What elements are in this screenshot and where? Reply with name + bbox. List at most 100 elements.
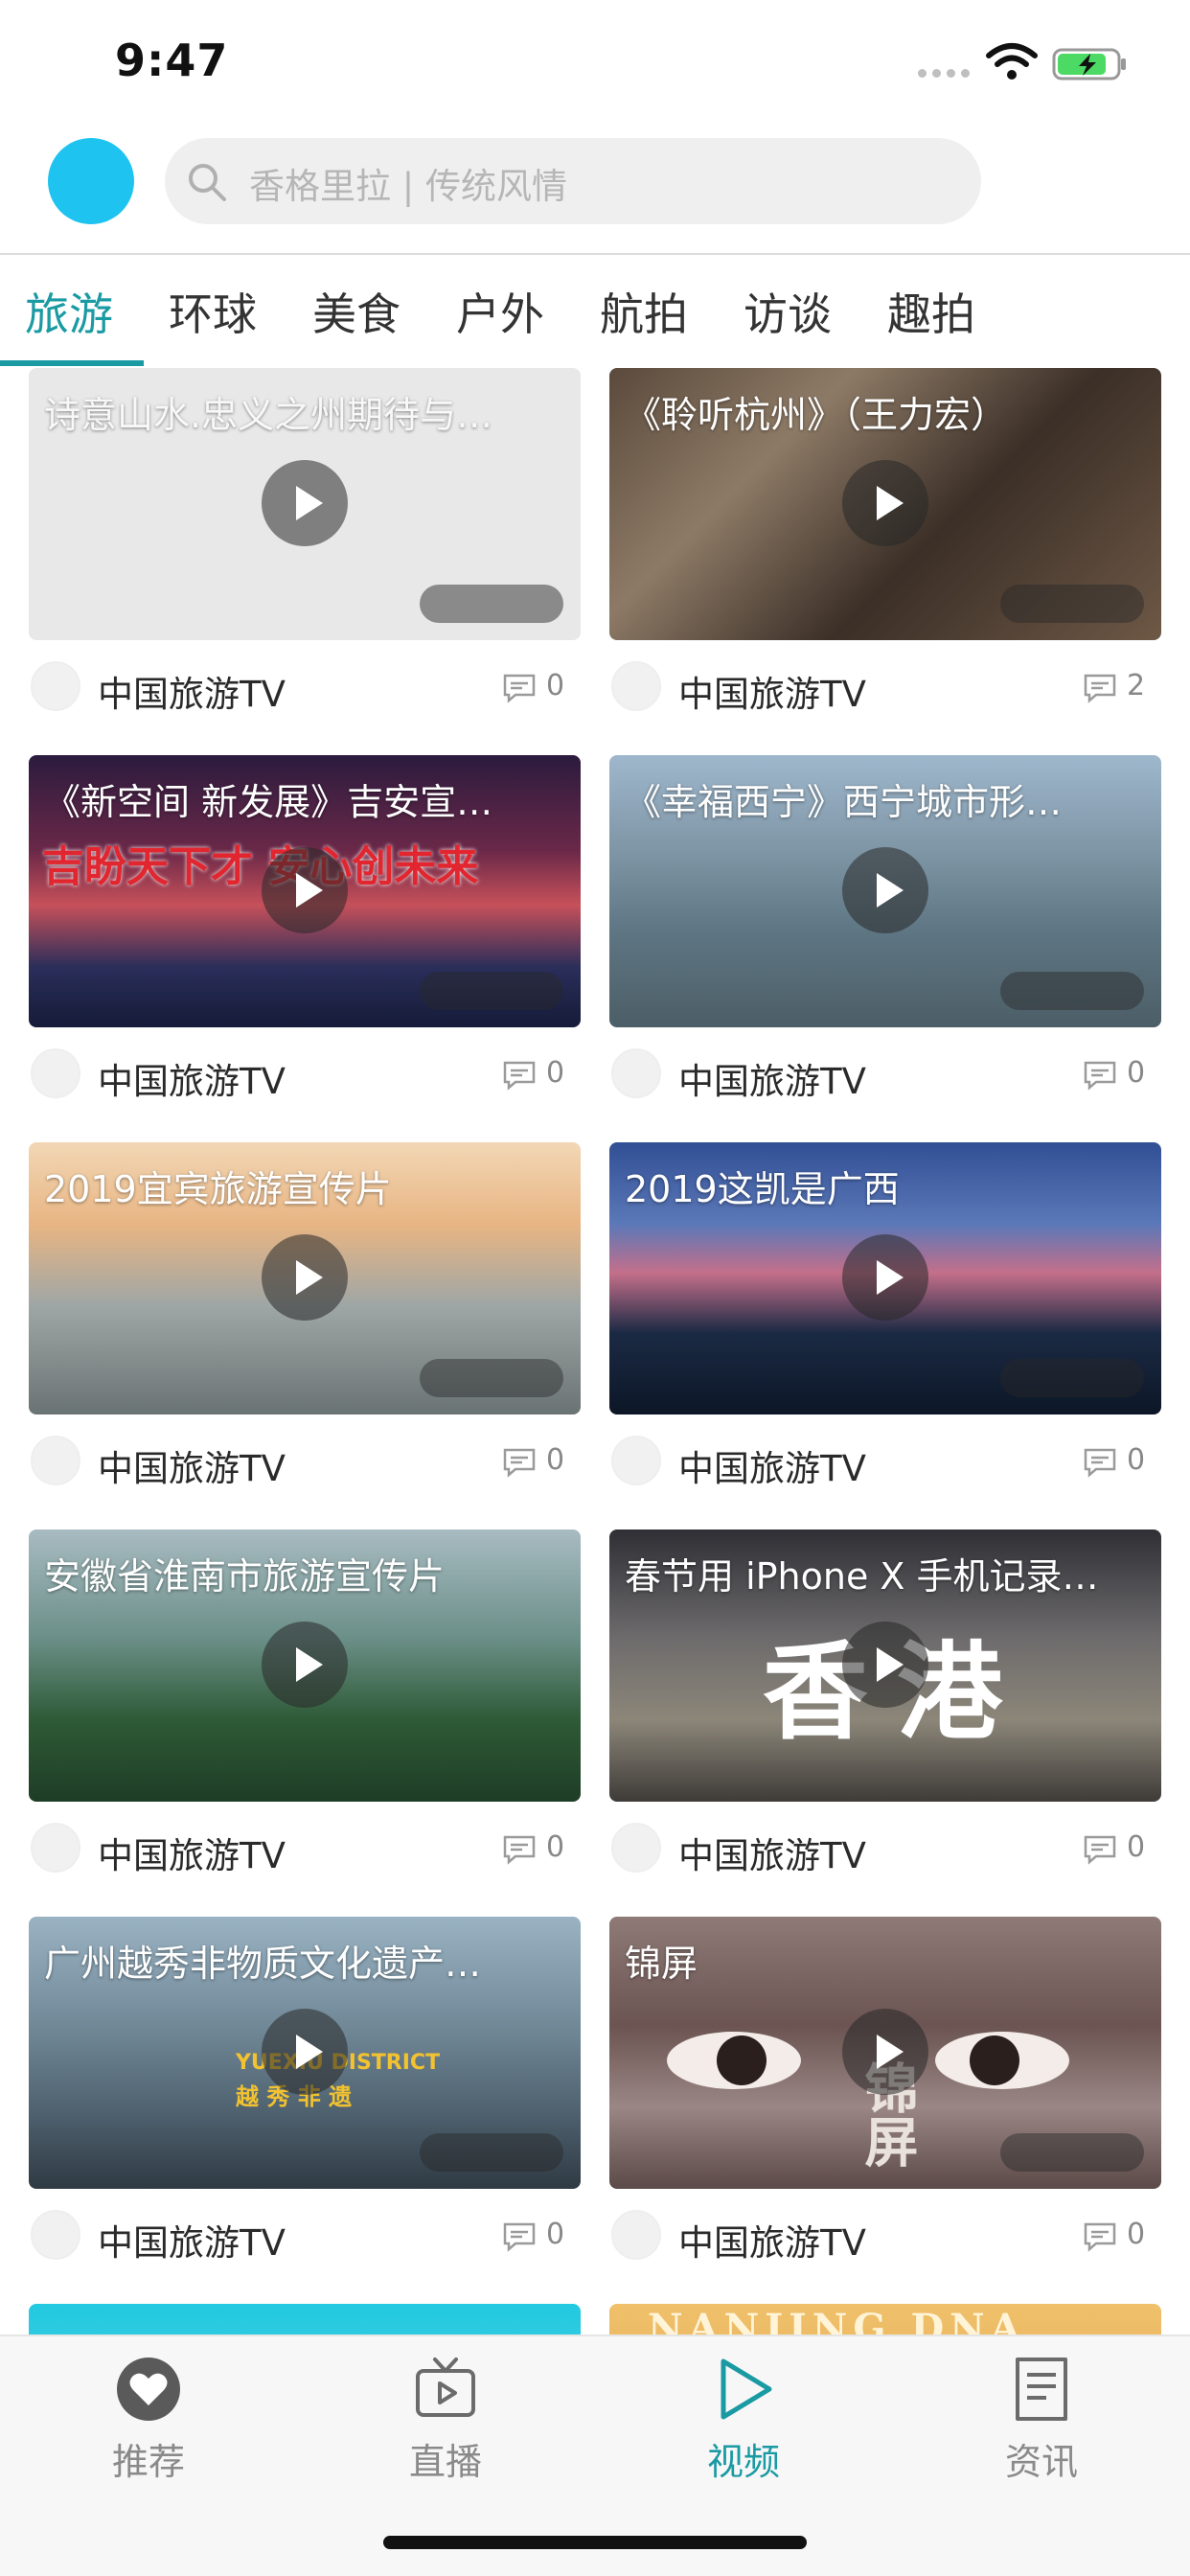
video-meta: 中国旅游TV 0: [29, 1043, 581, 1102]
tab-travel[interactable]: 旅游: [25, 280, 113, 343]
video-card[interactable]: NANJING DNA: [609, 2304, 1161, 2334]
play-icon[interactable]: [842, 460, 928, 546]
channel-name[interactable]: 中国旅游TV: [678, 1052, 866, 1104]
channel-avatar[interactable]: [31, 1048, 80, 1098]
video-card[interactable]: 安徽省淮南市旅游宣传片 中国旅游TV 0: [29, 1530, 581, 1917]
tab-aerial[interactable]: 航拍: [600, 280, 688, 343]
comment-count: 0: [546, 1443, 565, 1477]
video-meta: 中国旅游TV 0: [609, 2204, 1161, 2264]
video-card[interactable]: 2019这凯是广西 中国旅游TV 0: [609, 1142, 1161, 1530]
channel-name[interactable]: 中国旅游TV: [678, 1439, 866, 1491]
channel-name[interactable]: 中国旅游TV: [98, 1052, 286, 1104]
comment-count: 0: [1127, 2218, 1146, 2251]
video-thumbnail[interactable]: 《聆听杭州》（王力宏）: [609, 368, 1161, 640]
user-avatar[interactable]: [48, 138, 134, 224]
video-meta: 中国旅游TV 0: [29, 1817, 581, 1876]
video-thumbnail[interactable]: NANJING DNA: [609, 2304, 1161, 2334]
video-thumbnail[interactable]: 《幸福西宁》西宁城市形…: [609, 755, 1161, 1027]
video-title: 《幸福西宁》西宁城市形…: [625, 781, 1063, 823]
tabbar-item-live[interactable]: 直播: [350, 2356, 541, 2490]
play-icon[interactable]: [262, 847, 348, 933]
video-meta: 中国旅游TV 0: [29, 2204, 581, 2264]
video-card[interactable]: [29, 2304, 581, 2334]
play-icon[interactable]: [842, 847, 928, 933]
play-icon[interactable]: [262, 1234, 348, 1321]
comment-icon: [1084, 1061, 1116, 1091]
tabbar-item-recommend[interactable]: 推荐: [53, 2356, 244, 2490]
channel-avatar[interactable]: [31, 1823, 80, 1873]
home-indicator[interactable]: [383, 2536, 807, 2549]
comment-count: 0: [1127, 1056, 1146, 1090]
comment-count: 0: [546, 1056, 565, 1090]
channel-name[interactable]: 中国旅游TV: [98, 665, 286, 717]
thumbnail-banner-text: 吉盼天下才 安心创未来: [42, 842, 479, 891]
comment-icon: [503, 674, 536, 703]
tabbar-item-video[interactable]: 视频: [648, 2356, 839, 2490]
channel-avatar[interactable]: [611, 1048, 661, 1098]
video-card[interactable]: 《幸福西宁》西宁城市形… 中国旅游TV 0: [609, 755, 1161, 1142]
news-icon: [1016, 2358, 1067, 2421]
play-icon[interactable]: [262, 460, 348, 546]
tab-interview[interactable]: 访谈: [744, 280, 832, 343]
video-thumbnail[interactable]: 春节用 iPhone X 手机记录… 香港: [609, 1530, 1161, 1802]
video-thumbnail[interactable]: 安徽省淮南市旅游宣传片: [29, 1530, 581, 1802]
header: 香格里拉 | 传统风情: [0, 126, 1190, 253]
comment-count: 0: [1127, 1830, 1146, 1864]
channel-avatar[interactable]: [611, 1436, 661, 1485]
video-thumbnail[interactable]: 2019这凯是广西: [609, 1142, 1161, 1414]
tabbar-item-news[interactable]: 资讯: [946, 2356, 1137, 2490]
comment-icon: [1084, 674, 1116, 703]
channel-avatar[interactable]: [31, 661, 80, 711]
video-meta: 中国旅游TV 0: [609, 1430, 1161, 1489]
video-card[interactable]: 锦屏 锦屏 中国旅游TV 0: [609, 1917, 1161, 2304]
play-icon[interactable]: [262, 2009, 348, 2095]
video-thumbnail[interactable]: 锦屏 锦屏: [609, 1917, 1161, 2189]
video-title: 2019这凯是广西: [625, 1168, 900, 1210]
video-thumbnail[interactable]: 诗意山水.忠义之州期待与…: [29, 368, 581, 640]
video-card[interactable]: 诗意山水.忠义之州期待与… 中国旅游TV 0: [29, 368, 581, 755]
comment-icon: [503, 2222, 536, 2252]
wifi-icon: [986, 43, 1038, 80]
channel-name[interactable]: 中国旅游TV: [98, 2214, 286, 2266]
play-icon[interactable]: [842, 2009, 928, 2095]
play-icon[interactable]: [842, 1622, 928, 1708]
comment-icon: [1084, 1448, 1116, 1478]
channel-avatar[interactable]: [31, 1436, 80, 1485]
video-card[interactable]: 广州越秀非物质文化遗产… YUEXIU DISTRICT 越 秀 非 遗 中国旅…: [29, 1917, 581, 2304]
video-thumbnail[interactable]: 《新空间 新发展》吉安宣… 吉盼天下才 安心创未来: [29, 755, 581, 1027]
channel-avatar[interactable]: [31, 2210, 80, 2260]
video-card[interactable]: 《新空间 新发展》吉安宣… 吉盼天下才 安心创未来 中国旅游TV 0: [29, 755, 581, 1142]
play-icon[interactable]: [842, 1234, 928, 1321]
video-meta: 中国旅游TV 0: [29, 1430, 581, 1489]
tab-global[interactable]: 环球: [169, 280, 257, 343]
play-icon[interactable]: [262, 1622, 348, 1708]
tabbar-label: 视频: [706, 2441, 780, 2483]
video-title: 诗意山水.忠义之州期待与…: [44, 394, 493, 436]
video-card[interactable]: 《聆听杭州》（王力宏） 中国旅游TV 2: [609, 368, 1161, 755]
tv-icon: [416, 2358, 475, 2417]
channel-name[interactable]: 中国旅游TV: [678, 1827, 866, 1878]
tab-fun-shots[interactable]: 趣拍: [887, 280, 975, 343]
video-title: 广州越秀非物质文化遗产…: [44, 1943, 482, 1985]
channel-name[interactable]: 中国旅游TV: [98, 1439, 286, 1491]
comment-icon: [1084, 1835, 1116, 1865]
comment-icon: [503, 1061, 536, 1091]
video-thumbnail[interactable]: [29, 2304, 581, 2334]
duration-pill: [1000, 1359, 1144, 1397]
video-card[interactable]: 2019宜宾旅游宣传片 中国旅游TV 0: [29, 1142, 581, 1530]
comment-icon: [1084, 2222, 1116, 2252]
tabbar-label: 推荐: [111, 2441, 185, 2483]
tab-food[interactable]: 美食: [312, 280, 400, 343]
category-tabs: 旅游 环球 美食 户外 航拍 访谈 趣拍: [0, 255, 1190, 366]
channel-avatar[interactable]: [611, 1823, 661, 1873]
channel-avatar[interactable]: [611, 2210, 661, 2260]
channel-name[interactable]: 中国旅游TV: [98, 1827, 286, 1878]
channel-avatar[interactable]: [611, 661, 661, 711]
video-thumbnail[interactable]: 广州越秀非物质文化遗产… YUEXIU DISTRICT 越 秀 非 遗: [29, 1917, 581, 2189]
video-card[interactable]: 春节用 iPhone X 手机记录… 香港 中国旅游TV 0: [609, 1530, 1161, 1917]
tab-outdoor[interactable]: 户外: [456, 280, 544, 343]
channel-name[interactable]: 中国旅游TV: [678, 665, 866, 717]
video-thumbnail[interactable]: 2019宜宾旅游宣传片: [29, 1142, 581, 1414]
search-input[interactable]: 香格里拉 | 传统风情: [165, 138, 981, 224]
channel-name[interactable]: 中国旅游TV: [678, 2214, 866, 2266]
